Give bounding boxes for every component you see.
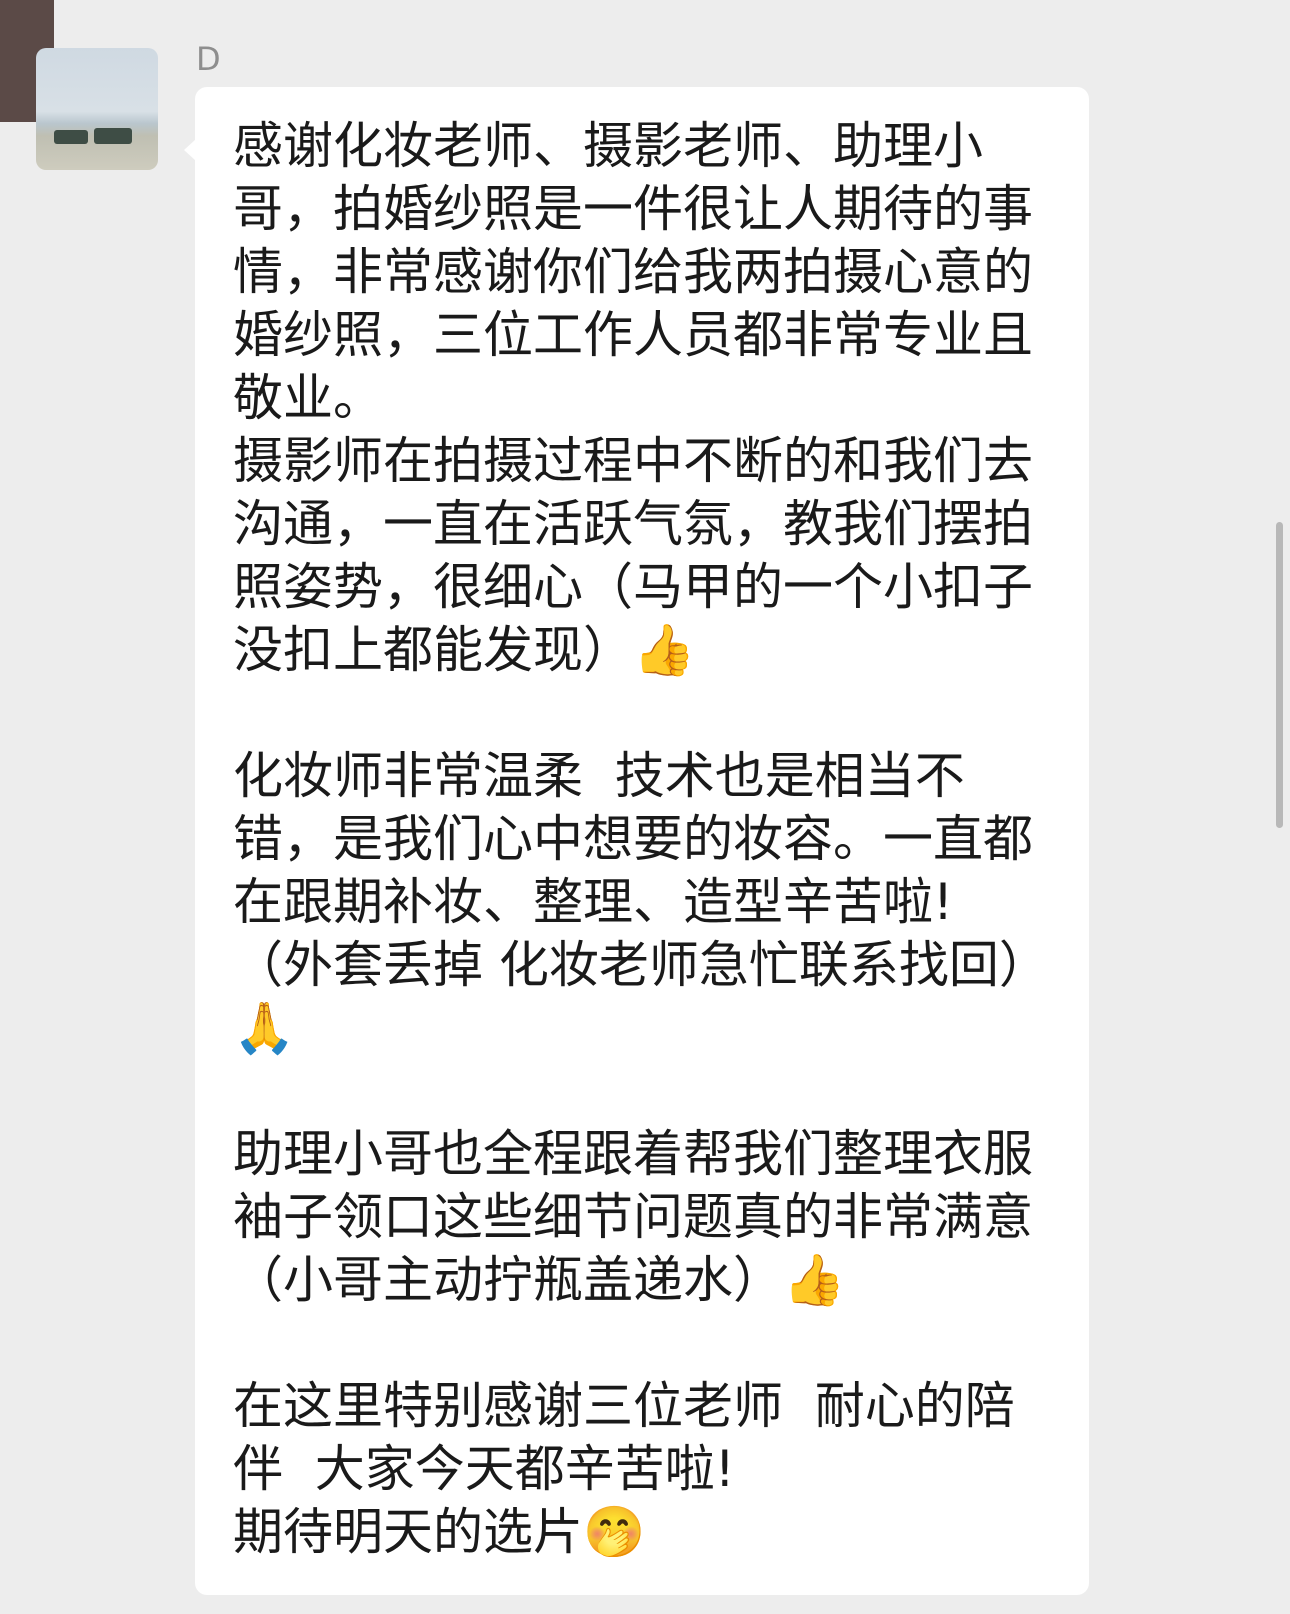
message-text: 感谢化妆老师、摄影老师、助理小哥，拍婚纱照是一件很让人期待的事情，非常感谢你们给… bbox=[233, 117, 1049, 1561]
message-bubble[interactable]: 感谢化妆老师、摄影老师、助理小哥，拍婚纱照是一件很让人期待的事情，非常感谢你们给… bbox=[184, 87, 1089, 1595]
avatar-photo-detail bbox=[54, 130, 88, 144]
avatar-photo-detail bbox=[94, 128, 132, 144]
sender-name: D bbox=[196, 40, 221, 78]
scrollbar-thumb[interactable] bbox=[1276, 522, 1283, 828]
sender-avatar[interactable] bbox=[36, 48, 158, 170]
bubble-tail bbox=[184, 139, 196, 161]
